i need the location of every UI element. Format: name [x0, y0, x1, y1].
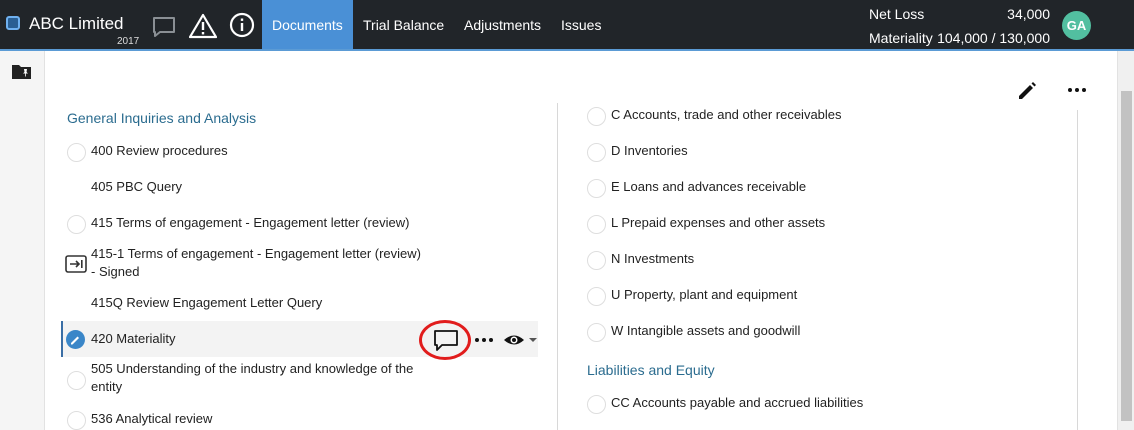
tab-trial-balance[interactable]: Trial Balance — [353, 0, 454, 50]
status-radio[interactable] — [587, 287, 606, 306]
scrollbar-thumb[interactable] — [1121, 91, 1132, 421]
list-item-line: 505 Understanding of the industry and kn… — [91, 361, 414, 376]
user-avatar[interactable]: GA — [1062, 11, 1091, 40]
list-item[interactable]: U Property, plant and equipment — [611, 286, 797, 304]
tab-adjustments[interactable]: Adjustments — [454, 0, 551, 50]
net-loss-label: Net Loss — [869, 6, 925, 22]
list-item[interactable]: 415Q Review Engagement Letter Query — [91, 294, 322, 312]
left-rail — [0, 51, 45, 430]
right-border — [1077, 110, 1078, 430]
list-item[interactable]: 415 Terms of engagement - Engagement let… — [91, 214, 409, 232]
status-radio[interactable] — [587, 395, 606, 414]
top-bar: ABC Limited 2017 Documents Trial Balance… — [0, 0, 1134, 50]
materiality-value: 104,000 / 130,000 — [937, 30, 1050, 46]
scrollbar[interactable] — [1117, 51, 1134, 430]
status-radio[interactable] — [67, 411, 86, 430]
list-item-line: entity — [91, 379, 123, 394]
header-underline — [0, 49, 1134, 51]
list-item[interactable]: 505 Understanding of the industry and kn… — [91, 360, 413, 396]
list-item[interactable]: 405 PBC Query — [91, 178, 182, 196]
comment-icon[interactable] — [432, 329, 460, 353]
list-item[interactable]: CC Accounts payable and accrued liabilit… — [611, 394, 863, 412]
engagement-year: 2017 — [117, 36, 140, 47]
tab-documents[interactable]: Documents — [262, 0, 353, 50]
list-item[interactable]: 536 Analytical review — [91, 410, 212, 428]
status-radio[interactable] — [587, 215, 606, 234]
list-item[interactable]: 420 Materiality — [91, 330, 176, 348]
list-item[interactable]: 415-1 Terms of engagement - Engagement l… — [91, 245, 421, 281]
app-logo-icon — [6, 16, 20, 30]
folder-pin-icon[interactable] — [11, 63, 33, 81]
status-radio[interactable] — [587, 179, 606, 198]
list-item[interactable]: W Intangible assets and goodwill — [611, 322, 800, 340]
materiality-label: Materiality — [869, 30, 933, 46]
list-item[interactable]: 400 Review procedures — [91, 142, 228, 160]
status-radio[interactable] — [587, 143, 606, 162]
list-item[interactable]: L Prepaid expenses and other assets — [611, 214, 825, 232]
list-item[interactable]: C Accounts, trade and other receivables — [611, 106, 842, 124]
visibility-eye-icon[interactable] — [503, 331, 539, 349]
net-loss-value: 34,000 — [1007, 6, 1050, 22]
list-item[interactable]: D Inventories — [611, 142, 688, 160]
in-progress-status-icon[interactable] — [66, 330, 85, 349]
list-item[interactable]: E Loans and advances receivable — [611, 178, 806, 196]
status-radio[interactable] — [67, 371, 86, 390]
section-title-liabilities-equity: Liabilities and Equity — [587, 362, 715, 378]
signed-document-icon — [65, 255, 87, 273]
warning-icon[interactable] — [189, 13, 217, 39]
list-item-line: 415-1 Terms of engagement - Engagement l… — [91, 246, 421, 261]
company-name[interactable]: ABC Limited — [29, 14, 123, 34]
tab-issues[interactable]: Issues — [551, 0, 611, 50]
status-radio[interactable] — [587, 323, 606, 342]
more-options-icon[interactable] — [474, 336, 494, 344]
more-options-icon[interactable] — [1067, 86, 1087, 94]
status-radio[interactable] — [587, 107, 606, 126]
status-radio[interactable] — [67, 143, 86, 162]
status-radio[interactable] — [587, 251, 606, 270]
info-icon[interactable] — [229, 12, 255, 38]
pencil-icon — [71, 336, 79, 345]
status-radio[interactable] — [67, 215, 86, 234]
column-divider — [557, 103, 558, 430]
edit-pencil-icon[interactable] — [1016, 80, 1038, 102]
list-item-line: - Signed — [91, 264, 140, 279]
list-item[interactable]: N Investments — [611, 250, 694, 268]
comment-icon[interactable] — [151, 15, 177, 39]
section-title-general-inquiries: General Inquiries and Analysis — [67, 110, 257, 126]
